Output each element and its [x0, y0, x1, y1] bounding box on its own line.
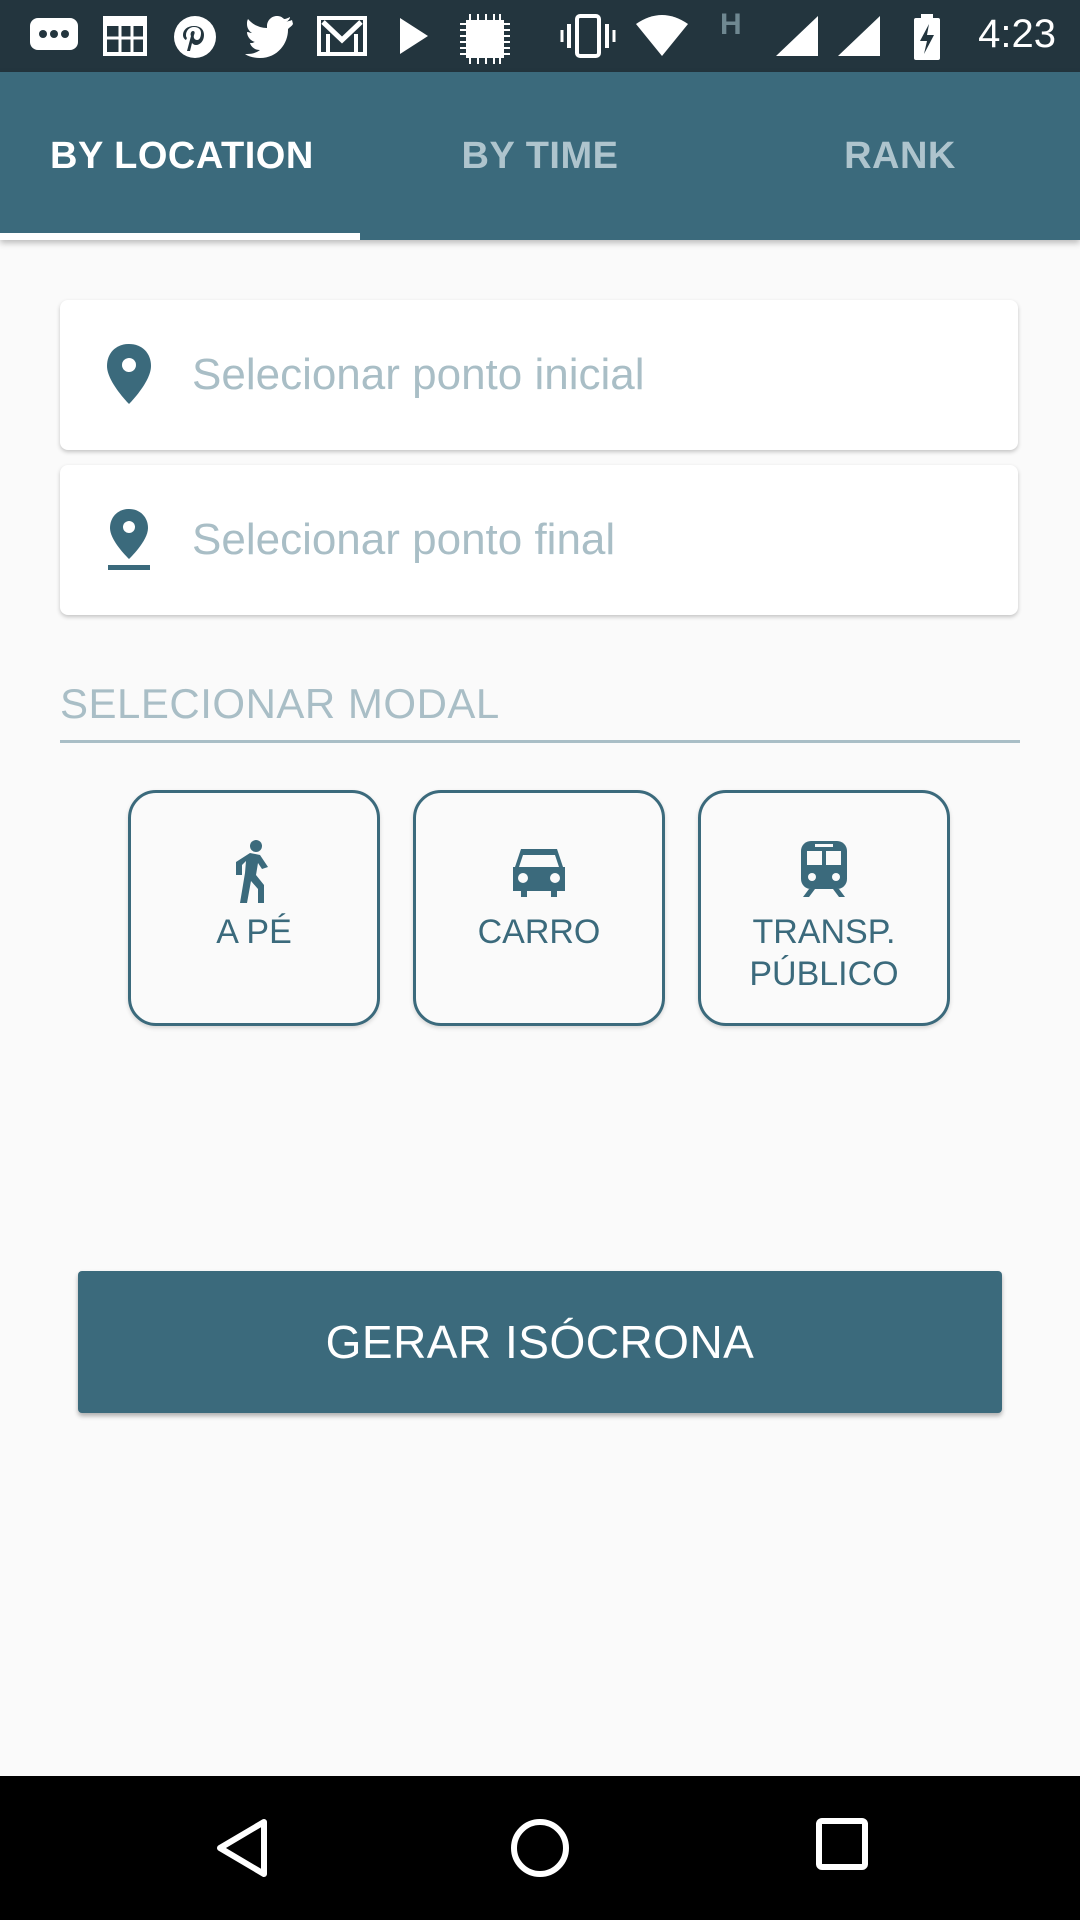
play-store-icon	[400, 18, 428, 54]
section-divider	[60, 740, 1020, 743]
signal-icon	[776, 16, 818, 56]
mode-public-transport-button[interactable]: TRANSP. PÚBLICO	[698, 790, 950, 1026]
mode-public-transport-label-line2: PÚBLICO	[749, 955, 899, 993]
mode-public-transport-label-line1: TRANSP.	[752, 913, 896, 951]
back-icon[interactable]	[212, 1816, 272, 1880]
generate-isochrone-button[interactable]: GERAR ISÓCRONA	[78, 1271, 1002, 1413]
place-pin-icon	[108, 509, 150, 570]
modal-section-label: SELECIONAR MODAL	[60, 680, 500, 727]
gmail-icon	[317, 16, 367, 56]
clock: 4:23	[978, 12, 1056, 56]
train-icon	[801, 841, 847, 897]
mode-car-label: CARRO	[477, 913, 601, 951]
status-bar: H 4:23	[0, 0, 1080, 72]
chip-icon	[460, 14, 510, 64]
tab-by-time[interactable]: BY TIME	[360, 72, 720, 240]
battery-charging-icon	[914, 14, 940, 60]
wifi-icon	[636, 15, 688, 56]
message-icon	[30, 18, 78, 50]
signal-icon-2	[838, 16, 880, 56]
walk-icon	[236, 840, 268, 903]
twitter-icon	[245, 16, 293, 58]
mode-walk-label: A PÉ	[216, 913, 292, 951]
start-point-placeholder: Selecionar ponto inicial	[192, 350, 645, 399]
tab-by-location[interactable]: BY LOCATION	[0, 72, 360, 240]
pinterest-icon	[174, 16, 216, 58]
recents-icon[interactable]	[814, 1816, 870, 1872]
tab-rank[interactable]: RANK	[720, 72, 1080, 240]
location-pin-icon	[107, 344, 151, 404]
start-point-field[interactable]: Selecionar ponto inicial	[60, 300, 1018, 450]
navigation-bar	[0, 1776, 1080, 1920]
home-icon[interactable]	[508, 1816, 572, 1880]
tab-bar: BY LOCATION BY TIME RANK	[0, 72, 1080, 240]
tab-indicator	[0, 233, 360, 240]
vibrate-icon	[560, 14, 616, 58]
network-type-label: H	[720, 8, 742, 41]
calendar-icon	[103, 16, 147, 56]
mode-car-button[interactable]: CARRO	[413, 790, 665, 1026]
mode-walk-button[interactable]: A PÉ	[128, 790, 380, 1026]
end-point-placeholder: Selecionar ponto final	[192, 515, 616, 564]
car-icon	[513, 849, 565, 897]
mode-public-transport-label: TRANSP. PÚBLICO	[701, 911, 947, 995]
end-point-field[interactable]: Selecionar ponto final	[60, 465, 1018, 615]
